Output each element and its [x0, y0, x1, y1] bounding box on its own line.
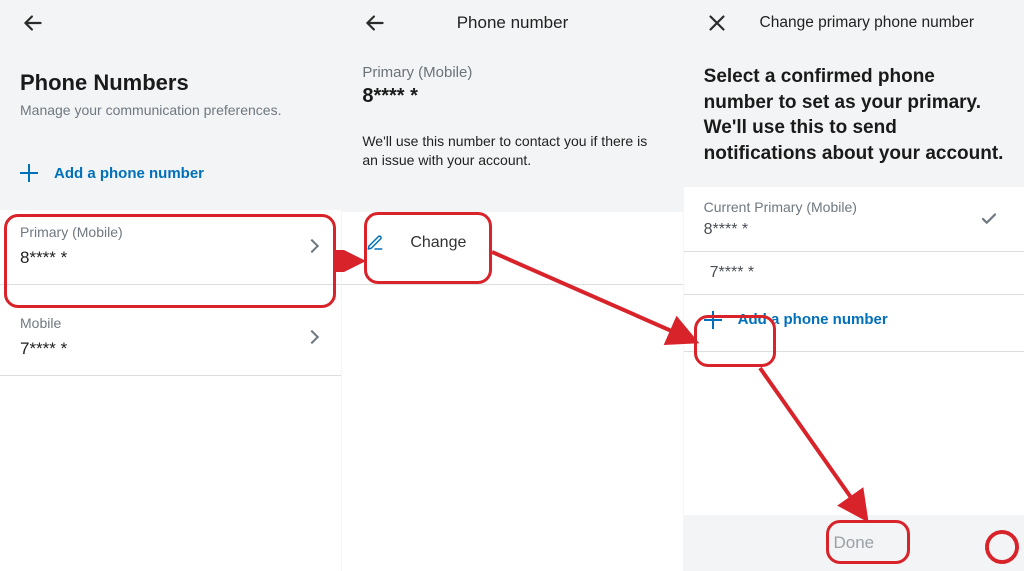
phone-option-value: 7**** * [704, 262, 760, 284]
phone-option-row[interactable]: 7**** * [684, 252, 1024, 295]
add-phone-link[interactable]: Add a phone number [684, 295, 1024, 352]
page-title: Phone Numbers [20, 70, 321, 96]
change-label: Change [410, 234, 466, 252]
primary-note: We'll use this number to contact you if … [362, 132, 662, 170]
close-icon[interactable] [704, 10, 730, 36]
screen-phone-numbers: Phone Numbers Manage your communication … [0, 0, 341, 571]
back-arrow-icon[interactable] [20, 10, 46, 36]
plus-icon [704, 311, 722, 329]
phone-row-value: 8**** * [20, 248, 321, 268]
pencil-icon [366, 234, 384, 252]
change-primary-prompt: Select a confirmed phone number to set a… [704, 64, 1004, 167]
current-primary-value: 8**** * [704, 221, 1004, 239]
done-bar: Done [684, 515, 1024, 571]
primary-label: Primary (Mobile) [362, 64, 662, 81]
screen-title: Phone number [388, 13, 636, 33]
phone-row-primary[interactable]: Primary (Mobile) 8**** * [0, 210, 341, 285]
change-button-row: Change [342, 212, 682, 285]
plus-icon [20, 164, 38, 182]
screen-change-primary: Change primary phone number Select a con… [683, 0, 1024, 571]
primary-value: 8**** * [362, 85, 662, 108]
add-phone-label: Add a phone number [738, 311, 888, 328]
current-primary-label: Current Primary (Mobile) [704, 199, 1004, 215]
phone-row-label: Mobile [20, 315, 321, 331]
chevron-right-icon [307, 329, 317, 347]
add-phone-label: Add a phone number [54, 165, 204, 182]
add-phone-link[interactable]: Add a phone number [20, 164, 321, 182]
back-arrow-icon[interactable] [362, 10, 388, 36]
watermark-logo [982, 527, 1022, 567]
phone-row-mobile[interactable]: Mobile 7**** * [0, 301, 341, 376]
done-button[interactable]: Done [816, 529, 893, 557]
page-subtitle: Manage your communication preferences. [20, 102, 321, 118]
screen-phone-detail: Phone number Primary (Mobile) 8**** * We… [341, 0, 682, 571]
current-primary-row[interactable]: Current Primary (Mobile) 8**** * [684, 187, 1024, 252]
change-button[interactable]: Change [362, 226, 496, 260]
phone-row-value: 7**** * [20, 339, 321, 359]
phone-row-label: Primary (Mobile) [20, 224, 321, 240]
chevron-right-icon [307, 238, 317, 256]
check-icon [980, 210, 998, 228]
screen-title: Change primary phone number [730, 14, 1004, 32]
